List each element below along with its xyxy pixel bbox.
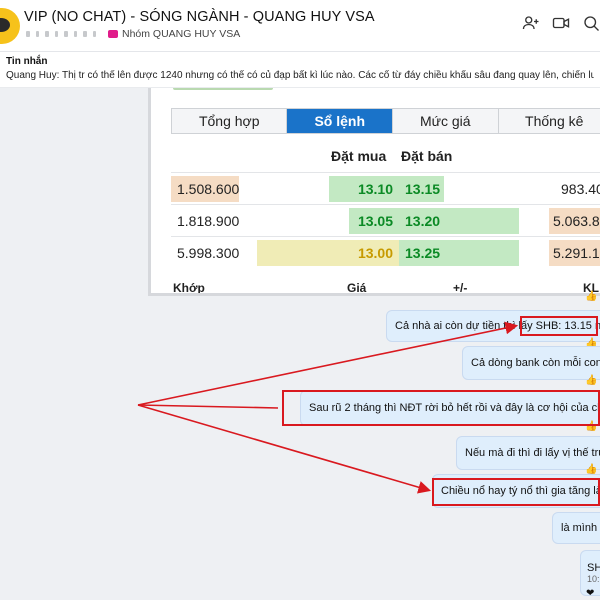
order-row: 5.998.300 13.00 13.25 5.291.10 <box>171 236 600 268</box>
col-dat-ban: Đặt bán <box>401 148 453 164</box>
pinned-text: Quang Huy: Thị tr có thể lên được 1240 n… <box>6 70 594 81</box>
reaction-icon[interactable]: 👍 <box>585 291 597 302</box>
message-bubble[interactable]: Nếu mà đi thì đi lấy vị thế trư <box>456 436 600 470</box>
stock-board-image[interactable]: Tổng hợp Sổ lệnh Mức giá Thống kê Đặt mu… <box>148 88 600 296</box>
group-title[interactable]: VIP (NO CHAT) - SÓNG NGÀNH - QUANG HUY V… <box>24 9 375 25</box>
group-avatar[interactable] <box>0 8 20 44</box>
stock-tabs: Tổng hợp Sổ lệnh Mức giá Thống kê <box>171 108 600 134</box>
kl-buy: 1.818.900 <box>177 213 240 229</box>
member-avatars[interactable] <box>26 31 96 39</box>
message-time: 10: <box>587 574 600 584</box>
tab-thong-ke: Thống kê <box>498 109 600 133</box>
kl-sell: 983.40 <box>561 181 600 197</box>
pinned-message[interactable]: Tin nhắn Quang Huy: Thị tr có thể lên đư… <box>0 52 600 88</box>
highlight-message-box <box>282 390 600 426</box>
tab-so-lenh: Sổ lệnh <box>287 109 393 133</box>
group-tag-label: Nhóm QUANG HUY VSA <box>122 28 241 40</box>
kl-sell: 5.063.80 <box>549 208 600 234</box>
message-bubble[interactable]: Cả dòng bank còn mỗi con <box>462 346 600 380</box>
message-bubble[interactable]: là mình c <box>552 512 600 544</box>
price-buy: 13.05 <box>349 208 399 234</box>
add-member-icon[interactable] <box>522 14 540 32</box>
col-khop: Khớp <box>173 281 205 295</box>
kl-sell: 5.291.10 <box>549 240 600 266</box>
order-row: 1.508.600 13.10 13.15 983.40 <box>171 172 600 204</box>
message-text: Cả dòng bank còn mỗi con <box>471 357 600 369</box>
chat-area[interactable]: Tổng hợp Sổ lệnh Mức giá Thống kê Đặt mu… <box>0 88 600 600</box>
kl-buy: 1.508.600 <box>171 176 239 202</box>
pinned-label: Tin nhắn <box>6 56 48 67</box>
col-change: +/- <box>453 281 468 295</box>
search-icon[interactable] <box>582 14 600 32</box>
tab-muc-gia: Mức giá <box>392 109 499 133</box>
message-text: SH <box>587 562 600 574</box>
kl-buy: 5.998.300 <box>177 245 240 261</box>
price-sell: 13.20 <box>399 208 519 234</box>
message-text: Nếu mà đi thì đi lấy vị thế trư <box>465 447 600 459</box>
col-dat-mua: Đặt mua <box>331 148 387 164</box>
highlight-shb-box <box>520 316 598 336</box>
message-text: là mình c <box>561 522 600 534</box>
order-row: 1.818.900 13.05 13.20 5.063.80 <box>171 204 600 236</box>
heart-reaction-icon[interactable]: ❤ <box>586 588 594 599</box>
chat-header: VIP (NO CHAT) - SÓNG NGÀNH - QUANG HUY V… <box>0 0 600 52</box>
reaction-icon[interactable]: 👍 <box>585 375 597 386</box>
price-buy: 13.00 <box>257 240 399 266</box>
price-sell: 13.15 <box>399 176 444 202</box>
group-tag[interactable]: Nhóm QUANG HUY VSA <box>108 28 240 40</box>
header-actions <box>522 14 600 32</box>
col-gia: Giá <box>347 281 367 295</box>
video-call-icon[interactable] <box>552 14 570 32</box>
price-buy: 13.10 <box>329 176 399 202</box>
stock-top-bar <box>173 88 293 94</box>
tag-icon <box>108 30 118 38</box>
highlight-message-box <box>432 478 600 506</box>
price-sell: 13.25 <box>399 240 519 266</box>
tab-tong-hop: Tổng hợp <box>172 109 288 133</box>
